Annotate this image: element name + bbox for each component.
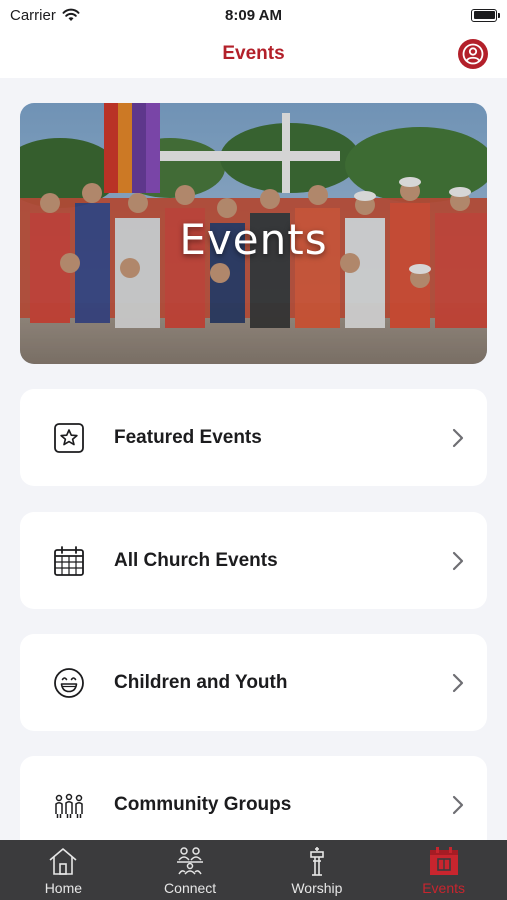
profile-button[interactable] [458, 39, 488, 69]
card-label: Featured Events [114, 427, 262, 448]
hero-banner: Events [20, 103, 487, 364]
tab-home[interactable]: Home [0, 840, 127, 900]
nav-bar: Events [0, 30, 507, 78]
tab-label: Home [44, 880, 83, 896]
hero-title: Events [179, 215, 328, 264]
people-group-icon [55, 793, 83, 818]
wifi-icon [62, 8, 80, 21]
carrier-label: Carrier [10, 6, 56, 24]
card-label: Children and Youth [114, 672, 288, 693]
worship-icon [310, 847, 324, 876]
status-left: Carrier [10, 7, 80, 24]
card-label: All Church Events [114, 550, 278, 571]
chevron-right-icon [452, 428, 464, 448]
events-calendar-icon [429, 847, 458, 875]
all-church-events-card[interactable]: All Church Events [20, 512, 487, 609]
tab-events[interactable]: Events [380, 840, 507, 900]
chevron-right-icon [452, 795, 464, 815]
chevron-right-icon [452, 673, 464, 693]
person-circle-icon [462, 43, 484, 65]
tab-connect[interactable]: Connect [127, 840, 254, 900]
page-title: Events [222, 43, 285, 64]
status-bar: Carrier 8:09 AM [0, 0, 507, 30]
calendar-icon [54, 546, 84, 576]
tab-label: Connect [164, 880, 217, 896]
community-groups-card[interactable]: Community Groups [20, 756, 487, 853]
featured-events-card[interactable]: Featured Events [20, 389, 487, 486]
children-and-youth-card[interactable]: Children and Youth [20, 634, 487, 731]
tab-label: Worship [291, 880, 343, 896]
battery-icon [471, 8, 500, 22]
tab-bar: Home Connect Worship Events [0, 840, 507, 900]
smiley-icon [54, 668, 84, 698]
home-icon [49, 848, 77, 875]
tab-label: Events [422, 880, 466, 896]
tab-worship[interactable]: Worship [254, 840, 381, 900]
chevron-right-icon [452, 551, 464, 571]
star-square-icon [54, 423, 84, 453]
connect-icon [177, 847, 204, 875]
card-label: Community Groups [114, 794, 292, 815]
